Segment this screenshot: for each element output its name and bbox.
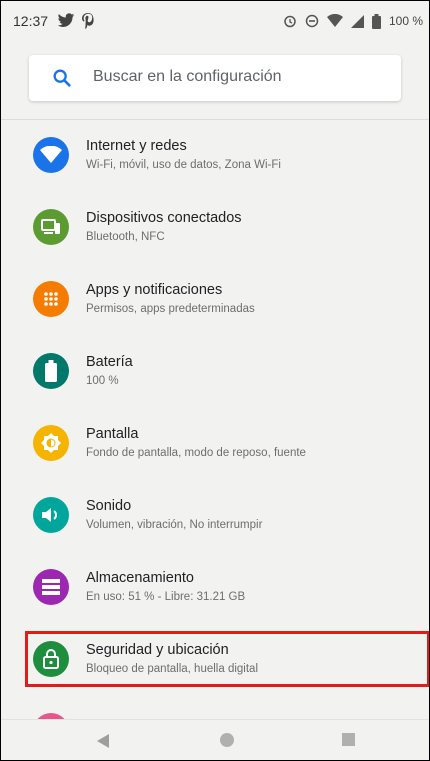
settings-item-subtitle: Volumen, vibración, No interrumpir (86, 519, 263, 531)
settings-item-title: Internet y redes (86, 138, 187, 154)
twitter-icon (57, 13, 75, 27)
settings-item-title: Apps y notificaciones (86, 282, 223, 298)
search-icon (53, 69, 71, 87)
system-status-icons: 100 % (283, 11, 423, 31)
connected-devices-icon (33, 209, 69, 245)
settings-item-storage[interactable]: Almacenamiento En uso: 51 % - Libre: 31.… (1, 551, 429, 623)
battery-percent: 100 % (388, 14, 423, 28)
settings-item-subtitle: 100 % (86, 375, 119, 387)
settings-item-subtitle: Permisos, apps predeterminadas (86, 303, 255, 315)
pinterest-icon (82, 13, 94, 29)
settings-item-internet[interactable]: Internet y redes Wi-Fi, móvil, uso de da… (1, 119, 429, 191)
settings-item-subtitle: Fondo de pantalla, modo de reposo, fuent… (86, 447, 306, 459)
search-input[interactable]: Buscar en la configuración (93, 68, 282, 86)
battery-icon (33, 353, 69, 389)
settings-item-title: Almacenamiento (86, 570, 194, 586)
status-bar: 12:37 100 % (1, 1, 429, 47)
settings-item-title: Sonido (86, 498, 132, 514)
settings-item-display[interactable]: Pantalla Fondo de pantalla, modo de repo… (1, 407, 429, 479)
settings-list: Internet y redes Wi-Fi, móvil, uso de da… (1, 119, 429, 719)
notification-icons (57, 11, 95, 31)
wifi-icon (33, 137, 69, 173)
volume-icon (33, 497, 69, 533)
apps-icon (33, 281, 69, 317)
back-icon[interactable] (95, 733, 111, 749)
brightness-icon (33, 425, 69, 461)
settings-item-subtitle: Bloqueo de pantalla, huella digital (86, 663, 258, 675)
navigation-bar (1, 719, 429, 760)
settings-item-title: Batería (86, 354, 133, 370)
settings-item-title: Seguridad y ubicación (86, 642, 229, 658)
settings-item-apps[interactable]: Apps y notificaciones Permisos, apps pre… (1, 263, 429, 335)
settings-item-subtitle: Wi-Fi, móvil, uso de datos, Zona Wi-Fi (86, 159, 281, 171)
settings-item-title: Pantalla (86, 426, 139, 442)
settings-item-subtitle: Bluetooth, NFC (86, 231, 165, 243)
alarm-icon (284, 15, 296, 28)
wifi-icon (326, 14, 343, 27)
home-icon[interactable] (220, 733, 234, 747)
settings-item-security[interactable]: Seguridad y ubicación Bloqueo de pantall… (1, 623, 429, 695)
settings-item-subtitle: En uso: 51 % - Libre: 31.21 GB (86, 591, 246, 603)
settings-item-partial[interactable] (1, 695, 429, 719)
settings-item-battery[interactable]: Batería 100 % (1, 335, 429, 407)
do-not-disturb-icon (305, 14, 319, 28)
recents-icon[interactable] (342, 733, 355, 746)
storage-icon (33, 569, 69, 605)
settings-item-sound[interactable]: Sonido Volumen, vibración, No interrumpi… (1, 479, 429, 551)
battery-icon (371, 13, 381, 29)
signal-icon (350, 14, 364, 28)
status-time: 12:37 (13, 13, 49, 29)
settings-item-title: Dispositivos conectados (86, 210, 242, 226)
settings-item-connected-devices[interactable]: Dispositivos conectados Bluetooth, NFC (1, 191, 429, 263)
phone-screen: 12:37 100 % Buscar en la configuración I… (0, 0, 430, 761)
lock-icon (33, 641, 69, 677)
search-bar[interactable]: Buscar en la configuración (29, 55, 401, 101)
